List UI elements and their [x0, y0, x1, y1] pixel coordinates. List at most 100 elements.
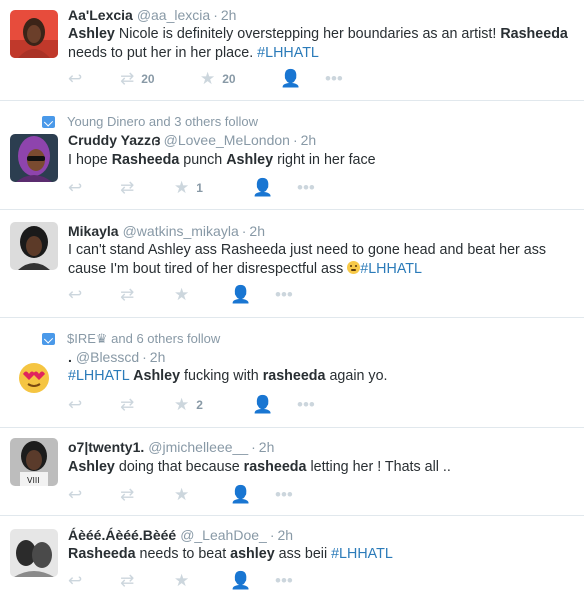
- more-icon: •••: [325, 69, 343, 88]
- timestamp[interactable]: 2h: [277, 527, 293, 543]
- follow-context-icon: [42, 333, 55, 345]
- tweet-actions: ↩ ⇄ ★ 👤 •••: [68, 571, 331, 591]
- keyword-highlight: Ashley: [68, 459, 115, 475]
- avatar[interactable]: [10, 134, 58, 182]
- tweet[interactable]: Aa'Lexcia @aa_lexcia · 2h Ashley Nicole is …: [0, 0, 584, 101]
- follow-icon: 👤: [280, 69, 302, 88]
- follow-icon: 👤: [230, 571, 252, 590]
- timestamp[interactable]: 2h: [249, 223, 265, 239]
- user-handle[interactable]: @aa_lexcia: [137, 7, 210, 23]
- avatar[interactable]: [10, 529, 58, 577]
- hashtag-link[interactable]: #LHHATL: [68, 368, 129, 384]
- social-context-text[interactable]: Young Dinero and 3 others follow: [67, 114, 258, 129]
- retweet-button[interactable]: ⇄: [120, 285, 174, 305]
- keyword-highlight: Rasheeda: [68, 546, 136, 562]
- reply-icon: ↩: [68, 285, 83, 304]
- follow-button[interactable]: 👤: [230, 571, 275, 591]
- retweet-button[interactable]: ⇄: [120, 485, 174, 505]
- timestamp[interactable]: 2h: [259, 439, 275, 455]
- follow-icon: 👤: [252, 178, 274, 197]
- retweet-button[interactable]: ⇄: [120, 395, 174, 415]
- user-name[interactable]: Áèéé.Áèéé.Bèéé: [68, 527, 176, 543]
- favorite-button[interactable]: ★: [174, 285, 230, 305]
- follow-button[interactable]: 👤: [252, 178, 297, 198]
- more-button[interactable]: •••: [275, 285, 331, 305]
- favorite-button[interactable]: ★ 1: [174, 178, 252, 198]
- tweet-text-segment: right in her face: [273, 152, 376, 168]
- tweet[interactable]: Áèéé.Áèéé.Bèéé @_LeahDoe_ · 2h Rasheeda nee…: [0, 516, 584, 599]
- more-button[interactable]: •••: [275, 485, 331, 505]
- timestamp[interactable]: 2h: [221, 7, 237, 23]
- tweet-actions: ↩ ⇄ 20 ★ 20 👤 •••: [68, 69, 381, 89]
- favorite-button[interactable]: ★ 20: [200, 69, 280, 89]
- timestamp[interactable]: 2h: [150, 349, 166, 365]
- avatar[interactable]: [10, 10, 58, 58]
- reply-button[interactable]: ↩: [68, 285, 120, 305]
- follow-context-icon: [42, 115, 55, 128]
- user-handle[interactable]: @_LeahDoe_: [180, 527, 267, 543]
- avatar[interactable]: [10, 222, 58, 270]
- reply-button[interactable]: ↩: [68, 69, 120, 89]
- keyword-highlight: rasheeda: [243, 459, 307, 475]
- user-name[interactable]: .: [68, 349, 72, 365]
- favorite-button[interactable]: ★: [174, 571, 230, 591]
- star-icon: ★: [174, 178, 190, 197]
- favorite-button[interactable]: ★ 2: [174, 395, 252, 415]
- reply-icon: ↩: [68, 571, 83, 590]
- tweet[interactable]: Mikayla @watkins_mikayla · 2h I can't stand…: [0, 210, 584, 318]
- tweet-text: Ashley doing that because rasheeda letti…: [68, 458, 578, 477]
- keyword-highlight: rasheeda: [262, 368, 326, 384]
- timestamp[interactable]: 2h: [301, 132, 317, 148]
- more-button[interactable]: •••: [297, 178, 353, 198]
- user-name[interactable]: o7|twenty1.: [68, 439, 144, 455]
- tweet-header: Cruddy Yazzദ @Lovee_MeLondon · 2h: [68, 132, 316, 149]
- user-handle[interactable]: @jmichelleee__: [148, 439, 248, 455]
- follow-button[interactable]: 👤: [252, 395, 297, 415]
- reply-button[interactable]: ↩: [68, 395, 120, 415]
- tweet-header: o7|twenty1. @jmichelleee__ · 2h: [68, 439, 274, 455]
- follow-button[interactable]: 👤: [280, 69, 325, 89]
- tweet-text-segment: ass beii: [274, 546, 332, 562]
- reply-button[interactable]: ↩: [68, 571, 120, 591]
- tweet[interactable]: $IRE♛ and 6 others follow . @Blesscd · 2h #…: [0, 318, 584, 428]
- separator-dot: ·: [213, 7, 218, 23]
- reply-button[interactable]: ↩: [68, 178, 120, 198]
- hashtag-link[interactable]: #LHHATL: [331, 546, 393, 562]
- favorite-button[interactable]: ★: [174, 485, 230, 505]
- more-button[interactable]: •••: [275, 571, 331, 591]
- hashtag-link[interactable]: #LHHATL: [257, 45, 319, 61]
- user-handle[interactable]: @Lovee_MeLondon: [164, 132, 290, 148]
- social-context-text[interactable]: $IRE♛ and 6 others follow: [67, 331, 220, 347]
- tweet-actions: ↩ ⇄ ★ 👤 •••: [68, 485, 331, 505]
- tweet-text: I hope Rasheeda punch Ashley right in he…: [68, 151, 578, 170]
- tweet-actions: ↩ ⇄ ★ 1 👤 •••: [68, 178, 353, 198]
- tweet-header: . @Blesscd · 2h: [68, 349, 165, 365]
- retweet-button[interactable]: ⇄ 20: [120, 69, 200, 89]
- hashtag-link[interactable]: #LHHATL: [360, 261, 422, 277]
- star-icon: ★: [200, 69, 216, 88]
- tweet-text-segment: I can't stand Ashley ass Rasheeda just n…: [68, 242, 547, 277]
- tweet[interactable]: Young Dinero and 3 others follow Cruddy …: [0, 101, 584, 210]
- avatar[interactable]: VIII: [10, 438, 58, 486]
- user-handle[interactable]: @watkins_mikayla: [123, 223, 239, 239]
- tweet-text-segment: letting her ! Thats all ..: [306, 459, 451, 475]
- user-name[interactable]: Cruddy Yazzദ: [68, 132, 160, 148]
- user-handle[interactable]: @Blesscd: [76, 349, 139, 365]
- user-name[interactable]: Mikayla: [68, 223, 119, 239]
- tweet[interactable]: VIII o7|twenty1. @jmichelleee__ · 2h Ashley…: [0, 428, 584, 516]
- retweet-button[interactable]: ⇄: [120, 178, 174, 198]
- retweet-icon: ⇄: [120, 571, 135, 590]
- user-name[interactable]: Aa'Lexcia: [68, 7, 133, 23]
- follow-button[interactable]: 👤: [230, 485, 275, 505]
- reply-button[interactable]: ↩: [68, 485, 120, 505]
- more-button[interactable]: •••: [297, 395, 353, 415]
- more-button[interactable]: •••: [325, 69, 381, 89]
- reply-icon: ↩: [68, 395, 83, 414]
- retweet-button[interactable]: ⇄: [120, 571, 174, 591]
- retweet-icon: ⇄: [120, 485, 135, 504]
- follow-button[interactable]: 👤: [230, 285, 275, 305]
- reply-icon: ↩: [68, 69, 83, 88]
- retweet-icon: ⇄: [120, 285, 135, 304]
- avatar[interactable]: [10, 354, 58, 402]
- tweet-text: Ashley Nicole is definitely overstepping…: [68, 25, 578, 63]
